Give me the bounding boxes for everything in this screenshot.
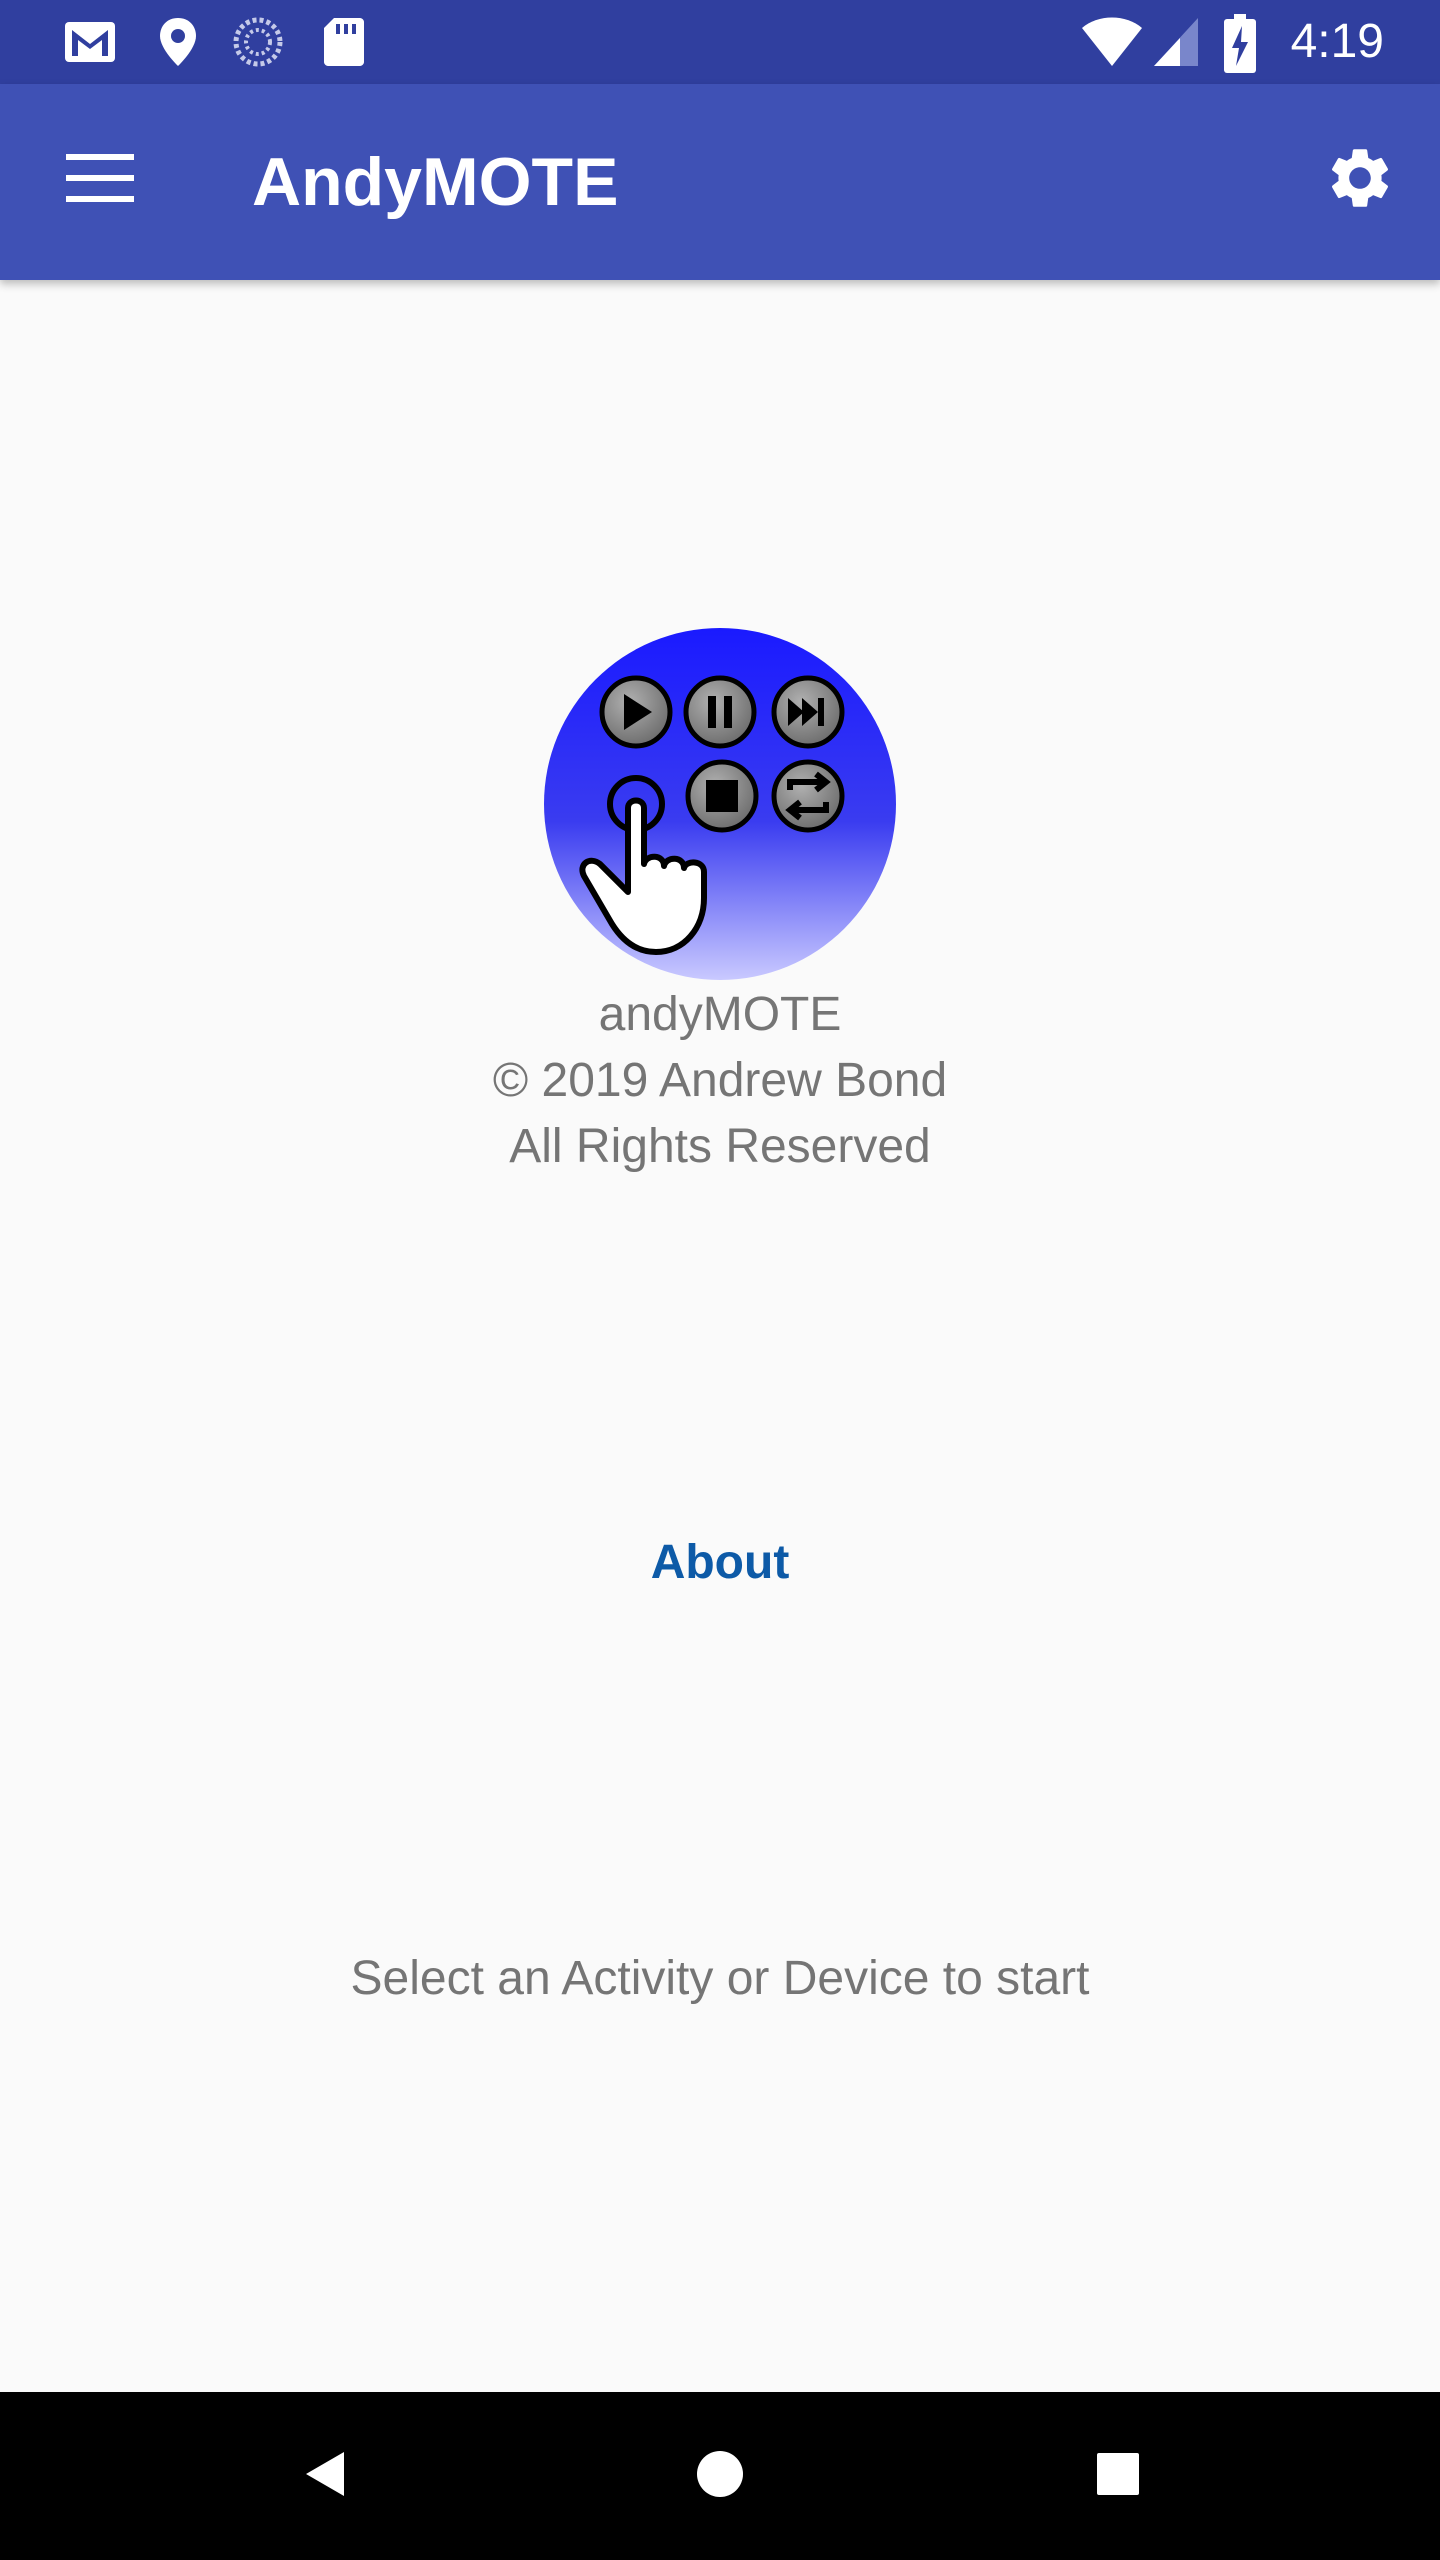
location-pin-icon [150, 14, 206, 75]
sd-card-icon [316, 14, 372, 75]
andymote-logo-icon [544, 628, 896, 980]
copyright-text: © 2019 Andrew Bond [492, 1054, 948, 1107]
app-name: andyMOTE [598, 988, 842, 1041]
status-time: 4:19 [1290, 15, 1384, 68]
recents-button[interactable] [1070, 2428, 1166, 2524]
home-icon [694, 2448, 746, 2505]
recents-icon [1094, 2450, 1142, 2503]
gear-icon [1324, 142, 1396, 219]
back-button[interactable] [276, 2428, 372, 2524]
battery-charging-icon [1222, 14, 1258, 79]
app-title: AndyMOTE [252, 144, 619, 220]
rights-text: All Rights Reserved [509, 1120, 931, 1173]
hamburger-menu-icon [66, 152, 134, 209]
navigation-bar [0, 2392, 1440, 2560]
app-bar: AndyMOTE [0, 84, 1440, 280]
back-icon [300, 2448, 348, 2505]
gmail-icon [62, 14, 118, 75]
menu-button[interactable] [50, 130, 150, 230]
settings-button[interactable] [1310, 130, 1410, 230]
status-bar: 4:19 [0, 0, 1440, 84]
wifi-icon [1080, 14, 1144, 75]
about-link[interactable]: About [0, 1530, 1440, 1596]
sync-spinner-icon [230, 14, 286, 75]
cell-signal-icon [1150, 14, 1202, 75]
home-button[interactable] [672, 2428, 768, 2524]
start-hint: Select an Activity or Device to start [350, 1952, 1090, 2005]
